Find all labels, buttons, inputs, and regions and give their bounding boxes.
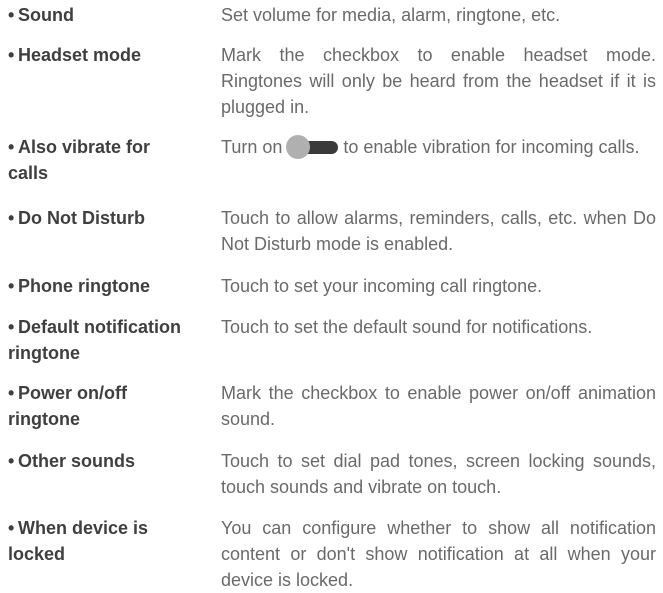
setting-description-before-toggle: Turn on <box>221 137 283 157</box>
setting-term-label: Power on/off ringtone <box>8 383 127 429</box>
toggle-knob <box>286 135 311 159</box>
setting-term: • Sound <box>8 2 218 28</box>
bullet-icon: • <box>8 518 15 538</box>
setting-term: • When device is locked <box>8 515 178 567</box>
setting-description: Touch to set dial pad tones, screen lock… <box>221 451 656 497</box>
setting-term-label: Phone ringtone <box>18 276 150 296</box>
setting-description-after-toggle: to enable vibration for incoming calls. <box>343 137 640 157</box>
setting-term-label: Do Not Disturb <box>18 208 145 228</box>
setting-term: • Other sounds <box>8 448 218 474</box>
bullet-icon: • <box>8 137 15 157</box>
bullet-icon: • <box>8 276 15 296</box>
setting-description: Touch to set the default sound for notif… <box>221 317 593 337</box>
setting-term-label: Headset mode <box>18 45 142 65</box>
setting-description: Touch to set your incoming call ringtone… <box>221 276 543 296</box>
bullet-icon: • <box>8 45 15 65</box>
setting-term: • Phone ringtone <box>8 273 218 299</box>
bullet-icon: • <box>8 208 15 228</box>
setting-term-label: Default notification ringtone <box>8 317 181 363</box>
setting-term: • Power on/off ringtone <box>8 380 168 432</box>
toggle-switch-icon <box>286 135 340 159</box>
setting-description: Set volume for media, alarm, ringtone, e… <box>221 5 561 25</box>
setting-description: Turn on to enable vibration for incoming … <box>221 134 656 160</box>
setting-term-label: Other sounds <box>18 451 136 471</box>
bullet-icon: • <box>8 451 15 471</box>
setting-description: Mark the checkbox to enable headset mode… <box>221 45 656 117</box>
setting-term: • Default notification ringtone <box>8 314 218 366</box>
setting-term: • Also vibrate for calls <box>8 134 183 186</box>
setting-term-label: Also vibrate for calls <box>8 137 151 183</box>
bullet-icon: • <box>8 383 15 403</box>
sound-settings-document: • Sound Set volume for media, alarm, ring… <box>0 0 663 590</box>
setting-term: • Headset mode <box>8 42 218 68</box>
setting-description: Mark the checkbox to enable power on/off… <box>221 383 656 429</box>
setting-term-label: When device is locked <box>8 518 149 564</box>
bullet-icon: • <box>8 5 15 25</box>
setting-description: Touch to allow alarms, reminders, calls,… <box>221 208 656 254</box>
bullet-icon: • <box>8 317 15 337</box>
setting-term: • Do Not Disturb <box>8 205 218 231</box>
setting-term-label: Sound <box>18 5 74 25</box>
setting-description: You can configure whether to show all no… <box>221 518 656 590</box>
